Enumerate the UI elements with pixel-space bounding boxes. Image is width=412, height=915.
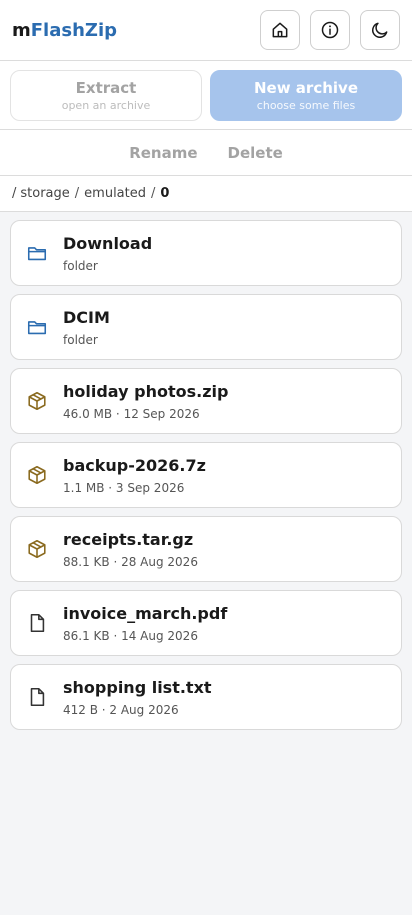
app-logo: mFlashZip bbox=[12, 20, 117, 41]
file-icon bbox=[25, 611, 49, 635]
breadcrumb-segment-storage[interactable]: storage bbox=[20, 186, 69, 201]
folder-icon bbox=[25, 315, 49, 339]
new-archive-button[interactable]: New archive choose some files bbox=[210, 70, 402, 121]
delete-button[interactable]: Delete bbox=[228, 144, 283, 162]
file-list-item[interactable]: Download folder bbox=[10, 220, 402, 286]
breadcrumb-separator: / bbox=[151, 186, 156, 201]
file-list-item[interactable]: receipts.tar.gz 88.1 KB · 28 Aug 2026 bbox=[10, 516, 402, 582]
home-icon bbox=[272, 22, 288, 38]
extract-subtitle: open an archive bbox=[61, 99, 151, 112]
file-meta: folder bbox=[63, 332, 98, 347]
file-list-item[interactable]: backup-2026.7z 1.1 MB · 3 Sep 2026 bbox=[10, 442, 402, 508]
file-icon bbox=[25, 685, 49, 709]
file-name: receipts.tar.gz bbox=[63, 529, 194, 549]
archive-icon bbox=[25, 463, 49, 487]
file-meta: 86.1 KB · 14 Aug 2026 bbox=[63, 628, 198, 643]
info-icon bbox=[321, 21, 339, 39]
header-actions bbox=[260, 10, 400, 50]
file-name: holiday photos.zip bbox=[63, 381, 229, 401]
file-list: Download folder DCIM folder holiday phot bbox=[0, 212, 412, 738]
breadcrumb-separator: / bbox=[74, 186, 80, 201]
primary-actions: Extract open an archive New archive choo… bbox=[0, 61, 412, 130]
archive-icon bbox=[25, 389, 49, 413]
home-button[interactable] bbox=[260, 10, 300, 50]
file-meta: 88.1 KB · 28 Aug 2026 bbox=[63, 554, 198, 569]
file-list-item[interactable]: holiday photos.zip 46.0 MB · 12 Sep 2026 bbox=[10, 368, 402, 434]
theme-toggle-button[interactable] bbox=[360, 10, 400, 50]
extract-label: Extract bbox=[75, 79, 137, 97]
breadcrumb-segment-emulated[interactable]: emulated bbox=[84, 186, 146, 201]
breadcrumb: / storage / emulated / 0 bbox=[0, 176, 412, 212]
brand-prefix: m bbox=[12, 19, 31, 41]
breadcrumb-root-separator: / bbox=[12, 186, 17, 201]
app-header: mFlashZip bbox=[0, 0, 412, 61]
info-button[interactable] bbox=[310, 10, 350, 50]
file-name: shopping list.txt bbox=[63, 677, 212, 697]
file-list-item[interactable]: DCIM folder bbox=[10, 294, 402, 360]
new-archive-subtitle: choose some files bbox=[256, 99, 356, 112]
file-meta: 412 B · 2 Aug 2026 bbox=[63, 702, 179, 717]
rename-button[interactable]: Rename bbox=[129, 144, 197, 162]
file-list-item[interactable]: shopping list.txt 412 B · 2 Aug 2026 bbox=[10, 664, 402, 730]
extract-button[interactable]: Extract open an archive bbox=[10, 70, 202, 121]
folder-icon bbox=[25, 241, 49, 265]
file-name: DCIM bbox=[63, 307, 110, 327]
file-meta: 1.1 MB · 3 Sep 2026 bbox=[63, 480, 185, 495]
file-name: Download bbox=[63, 233, 153, 253]
file-meta: 46.0 MB · 12 Sep 2026 bbox=[63, 406, 200, 421]
archive-icon bbox=[25, 537, 49, 561]
file-name: invoice_march.pdf bbox=[63, 603, 228, 623]
breadcrumb-current: 0 bbox=[160, 186, 170, 201]
moon-icon bbox=[372, 22, 388, 38]
secondary-actions: Rename Delete bbox=[0, 130, 412, 176]
file-list-item[interactable]: invoice_march.pdf 86.1 KB · 14 Aug 2026 bbox=[10, 590, 402, 656]
new-archive-label: New archive bbox=[254, 79, 358, 97]
brand-name: FlashZip bbox=[30, 19, 118, 41]
file-meta: folder bbox=[63, 258, 98, 273]
file-name: backup-2026.7z bbox=[63, 455, 206, 475]
